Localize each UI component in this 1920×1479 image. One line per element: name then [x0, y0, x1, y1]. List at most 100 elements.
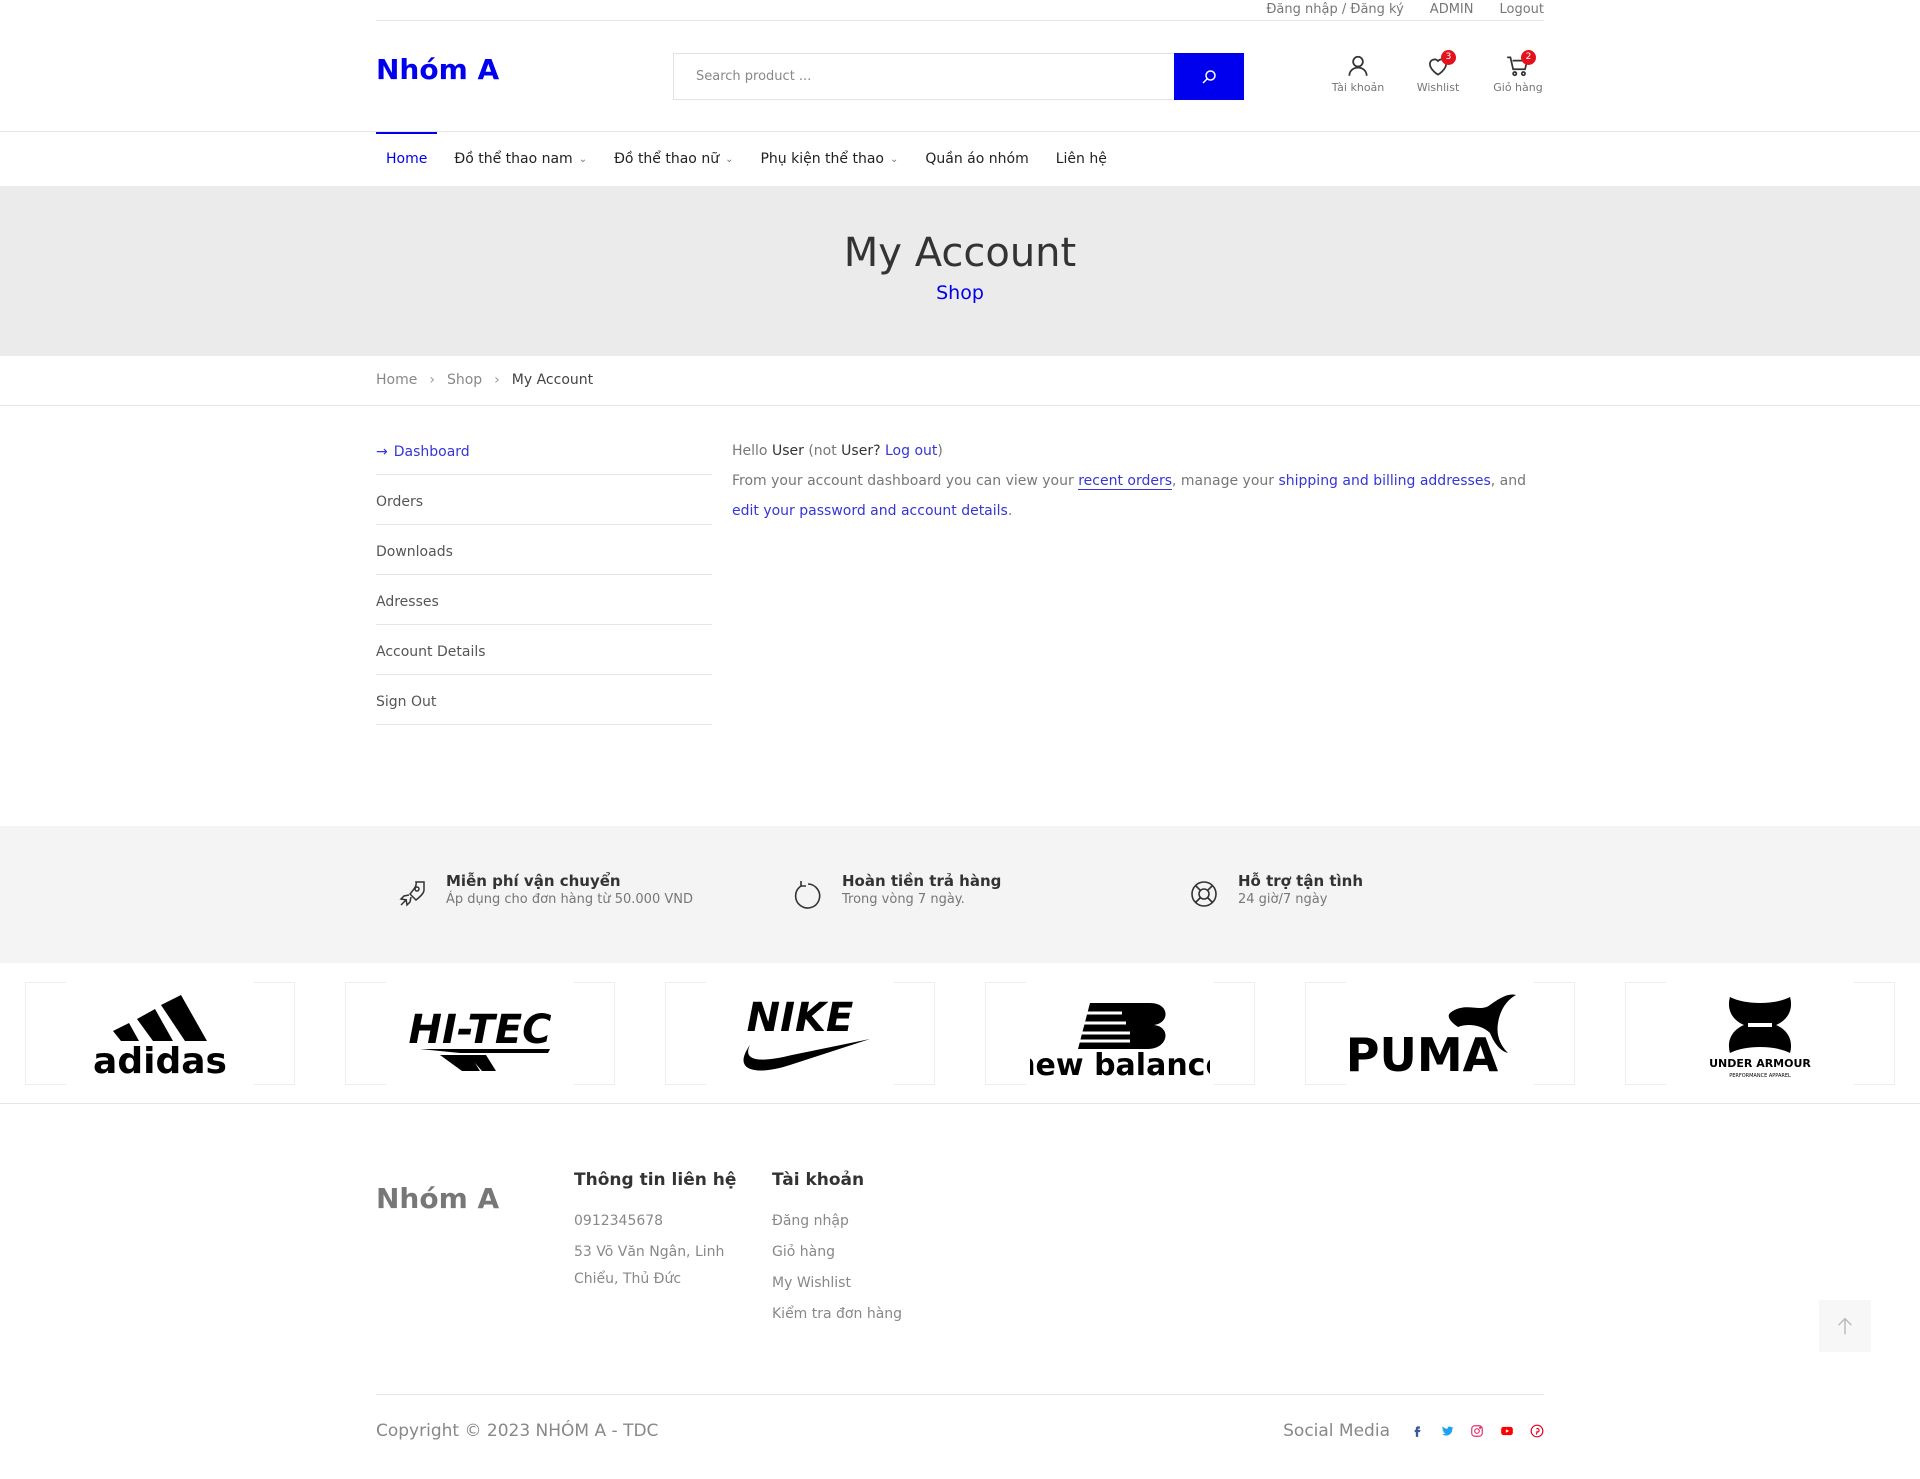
nav-sports-accessories[interactable]: Phụ kiện thể thao ⌄ — [760, 132, 898, 186]
cart-count-badge: 2 — [1521, 50, 1536, 65]
search-button[interactable] — [1174, 53, 1244, 100]
chevron-right-icon: › — [494, 372, 500, 388]
addresses-link[interactable]: shipping and billing addresses — [1278, 473, 1490, 489]
youtube-icon[interactable] — [1500, 1424, 1514, 1438]
arrow-right-icon: → — [376, 443, 388, 460]
footer-link-wishlist[interactable]: My Wishlist — [772, 1270, 902, 1297]
sidebar-item-downloads[interactable]: Downloads — [376, 525, 712, 575]
description-period: . — [1007, 503, 1013, 519]
refresh-icon — [794, 881, 821, 909]
twitter-icon[interactable] — [1440, 1424, 1454, 1438]
feature-money-back: Hoàn tiền trả hàng Trong vòng 7 ngày. — [792, 872, 1001, 910]
account-sidebar: → Dashboard Orders Downloads Adresses Acc… — [376, 425, 712, 725]
sidebar-item-label: Orders — [376, 493, 424, 510]
brand-under-armour-logo[interactable]: UNDER ARMOUR PERFORMANCE APPAREL — [1625, 982, 1895, 1085]
footer-logo[interactable]: Nhóm A — [376, 1182, 499, 1215]
feature-title: Hoàn tiền trả hàng — [842, 872, 1002, 890]
brand-name: new balance — [1030, 1048, 1210, 1083]
instagram-icon[interactable] — [1470, 1424, 1484, 1438]
breadcrumb-bar: Home › Shop › My Account — [0, 356, 1920, 406]
copyright-text: Copyright © 2023 NHÓM A - TDC — [376, 1421, 659, 1441]
nav-mens-sportswear[interactable]: Đồ thể thao nam ⌄ — [454, 132, 587, 186]
brand-adidas-logo[interactable]: adidas — [25, 982, 295, 1085]
dashboard-content: Hello User (not User? Log out) From your… — [732, 436, 1532, 526]
social-media: Social Media — [1283, 1421, 1544, 1441]
site-logo[interactable]: Nhóm A — [376, 53, 499, 86]
nav-team-clothing[interactable]: Quần áo nhóm — [925, 132, 1028, 186]
nav-item-label: Quần áo nhóm — [925, 151, 1029, 167]
page-title: My Account — [843, 230, 1077, 276]
footer-link-login[interactable]: Đăng nhập — [772, 1208, 902, 1235]
rocket-icon — [399, 881, 425, 907]
sidebar-item-dashboard[interactable]: → Dashboard — [376, 425, 712, 475]
description-text-c: , and — [1490, 473, 1527, 489]
lifebuoy-icon — [1191, 881, 1217, 907]
page-subtitle-shop-link[interactable]: Shop — [0, 282, 1920, 304]
facebook-icon[interactable] — [1410, 1424, 1424, 1438]
brand-new-balance-logo[interactable]: new balance — [985, 982, 1255, 1085]
page-hero: My Account Shop — [0, 186, 1920, 356]
account-button[interactable]: Tài khoản — [1332, 53, 1384, 94]
greeting-question: ? — [873, 443, 881, 459]
footer-account-title: Tài khoản — [772, 1170, 865, 1190]
chevron-down-icon: ⌄ — [889, 153, 899, 165]
breadcrumb: Home › Shop › My Account — [376, 372, 593, 388]
sidebar-item-sign-out[interactable]: Sign Out — [376, 675, 712, 725]
brand-nike-logo[interactable]: NIKE — [665, 982, 935, 1085]
nav-item-label: Liên hệ — [1055, 151, 1107, 167]
brand-name: HI-TEC — [408, 1007, 551, 1053]
breadcrumb-home[interactable]: Home — [376, 372, 417, 388]
chevron-down-icon: ⌄ — [725, 153, 734, 165]
sidebar-item-addresses[interactable]: Adresses — [376, 575, 712, 625]
nav-item-label: Home — [386, 151, 428, 167]
feature-title: Miễn phí vận chuyển — [446, 872, 621, 890]
edit-account-link[interactable]: edit your password and account details — [732, 503, 1008, 519]
sidebar-item-account-details[interactable]: Account Details — [376, 625, 712, 675]
nav-womens-sportswear[interactable]: Đồ thể thao nữ ⌄ — [614, 132, 733, 186]
footer-address: 53 Võ Văn Ngân, Linh Chiểu, Thủ Đức — [574, 1244, 725, 1287]
header-icons: Tài khoản 3 Wishlist 2 Giỏ hàng — [1332, 50, 1544, 94]
chevron-down-icon: ⌄ — [578, 153, 588, 165]
greeting-username-2: User — [841, 443, 874, 459]
pinterest-icon[interactable] — [1530, 1424, 1544, 1438]
footer-link-cart[interactable]: Giỏ hàng — [772, 1239, 902, 1266]
sidebar-item-label: Account Details — [376, 643, 486, 660]
top-bar: Đăng nhập / Đăng ký ADMIN Logout — [376, 0, 1544, 21]
nav-item-label: Đồ thể thao nữ — [614, 151, 720, 167]
footer-divider — [376, 1394, 1544, 1395]
chevron-right-icon: › — [429, 372, 435, 388]
search-input[interactable] — [674, 54, 1174, 99]
account-label: Tài khoản — [1331, 81, 1385, 94]
nav-item-label: Đồ thể thao nam — [454, 151, 573, 167]
feature-free-shipping: Miễn phí vận chuyển Áp dụng cho đơn hàng… — [396, 872, 693, 910]
main-nav: Home Đồ thể thao nam ⌄ Đồ thể thao nữ ⌄ Ph… — [376, 132, 1134, 186]
wishlist-button[interactable]: 3 Wishlist — [1412, 50, 1464, 94]
sidebar-item-orders[interactable]: Orders — [376, 475, 712, 525]
greeting-username: User — [771, 443, 804, 459]
brand-hitec-logo[interactable]: HI-TEC — [345, 982, 615, 1085]
wishlist-label: Wishlist — [1416, 81, 1460, 94]
greeting-not: (not — [808, 443, 837, 459]
nav-contact[interactable]: Liên hệ — [1056, 132, 1107, 186]
brand-tagline: PERFORMANCE APPAREL — [1729, 1073, 1791, 1079]
sidebar-item-label: Sign Out — [376, 693, 437, 710]
greeting-line: Hello User (not User? Log out) — [732, 436, 1532, 466]
footer-link-order-check[interactable]: Kiểm tra đơn hàng — [772, 1301, 902, 1328]
site-header: Nhóm A Tài khoản 3 Wishlist 2 Giỏ hàng — [0, 21, 1920, 132]
top-bar-links: Đăng nhập / Đăng ký ADMIN Logout — [1266, 2, 1544, 17]
user-icon — [1348, 55, 1368, 76]
login-register-link[interactable]: Đăng nhập / Đăng ký — [1266, 2, 1403, 17]
cart-button[interactable]: 2 Giỏ hàng — [1492, 50, 1544, 94]
footer-contact-column: Thông tin liên hệ 0912345678 53 Võ Văn N… — [574, 1170, 754, 1297]
back-to-top-button[interactable] — [1819, 1300, 1871, 1352]
feature-title: Hỗ trợ tận tình — [1238, 872, 1364, 890]
recent-orders-link[interactable]: recent orders — [1078, 473, 1173, 490]
features-strip: Miễn phí vận chuyển Áp dụng cho đơn hàng… — [0, 826, 1920, 963]
admin-link[interactable]: ADMIN — [1430, 2, 1474, 17]
nav-home[interactable]: Home — [376, 132, 438, 186]
brand-puma-logo[interactable]: PUMA — [1305, 982, 1575, 1085]
logout-link[interactable]: Logout — [1499, 2, 1544, 17]
breadcrumb-shop[interactable]: Shop — [447, 372, 482, 388]
logout-link-dashboard[interactable]: Log out — [885, 443, 937, 459]
sidebar-item-label: Dashboard — [393, 443, 470, 460]
